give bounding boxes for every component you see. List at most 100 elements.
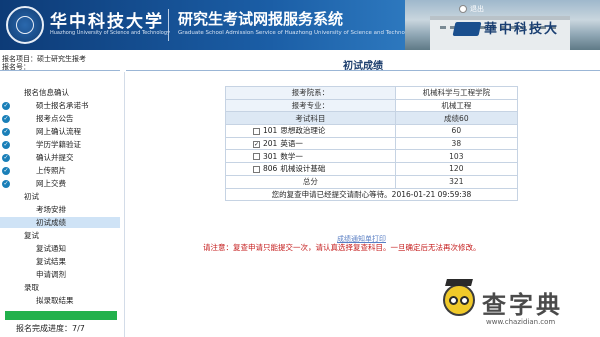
sidebar-item[interactable]: 复试 <box>0 230 120 241</box>
subject-name: 机械设计基础 <box>280 164 326 174</box>
subject-score: 60 <box>394 124 519 138</box>
major-label: 报考专业： <box>225 98 396 113</box>
table-row: 总分 321 <box>225 174 519 189</box>
sidebar-item[interactable]: 复试通知 <box>0 243 120 254</box>
status-message: 您的复查申请已经提交请耐心等待。2016-01-21 09:59:38 <box>225 187 518 202</box>
subject-score: 120 <box>394 162 519 176</box>
sidebar-item-label: 网上交费 <box>36 179 66 188</box>
score-table: 报考院系： 机械科学与工程学院 报考专业： 机械工程 考试科目 成绩60 101… <box>225 86 519 202</box>
table-row: 报考院系： 机械科学与工程学院 <box>225 86 519 100</box>
sidebar-item-label: 考场安排 <box>36 205 66 214</box>
logout-area[interactable]: 退出 <box>459 4 484 14</box>
project-value: 硕士研究生报考 <box>37 55 86 63</box>
check-circle-icon: ✓ <box>2 141 10 149</box>
university-name-en: Huazhong University of Science and Techn… <box>50 30 170 36</box>
total-label: 总分 <box>225 174 396 189</box>
sidebar-item[interactable]: 初试成绩 <box>0 217 120 228</box>
check-circle-icon: ✓ <box>2 128 10 136</box>
subject-row: 101 思想政治理论 60 <box>225 124 519 138</box>
subject-row: 301 数学一 103 <box>225 149 519 164</box>
sidebar-item[interactable]: 拟录取结果 <box>0 295 120 306</box>
subject-name: 思想政治理论 <box>280 126 326 136</box>
sidebar-item-label: 录取 <box>24 283 39 292</box>
subject-header: 考试科目 <box>225 111 396 126</box>
graduation-cap-icon <box>445 279 473 286</box>
page-header: 华中科技大学 Huazhong University of Science an… <box>0 0 600 50</box>
table-row: 报考专业： 机械工程 <box>225 98 519 113</box>
progress-fill <box>5 311 117 320</box>
sidebar-item[interactable]: ✓ 上传照片 <box>0 165 120 176</box>
review-checkbox[interactable] <box>253 165 260 173</box>
sidebar-nav: 报名信息确认 ✓ 硕士报名承诺书 ✓ 报考点公告 ✓ 网上确认流程 ✓ 学历学籍验证 ✓ 确认并提交… <box>0 72 122 337</box>
sidebar-item-label: 初试成绩 <box>36 218 66 227</box>
sidebar-item[interactable]: 录取 <box>0 282 120 293</box>
sidebar-item-label: 复试结果 <box>36 257 66 266</box>
table-header-row: 考试科目 成绩60 <box>225 111 519 126</box>
subject-cell: ✓ 201 英语一 <box>225 136 396 151</box>
check-circle-icon: ✓ <box>2 154 10 162</box>
page-title-bar: 初试成绩 <box>126 55 600 72</box>
sidebar-item[interactable]: 考场安排 <box>0 204 120 215</box>
total-value: 321 <box>394 174 519 189</box>
sidebar-item[interactable]: 报名信息确认 <box>0 87 120 98</box>
subject-cell: 101 思想政治理论 <box>225 124 396 138</box>
header-divider <box>168 9 169 41</box>
review-checkbox[interactable]: ✓ <box>253 140 260 148</box>
sidebar-item[interactable]: ✓ 硕士报名承诺书 <box>0 100 120 111</box>
sidebar-item[interactable]: 复试结果 <box>0 256 120 267</box>
check-circle-icon: ✓ <box>2 180 10 188</box>
sidebar-item[interactable]: ✓ 网上确认流程 <box>0 126 120 137</box>
watermark-url: www.chazidian.com <box>486 318 556 326</box>
university-name: 华中科技大学 <box>50 12 164 32</box>
progress-bar <box>5 311 117 320</box>
progress-label: 报名完成进度： <box>16 324 72 333</box>
sidebar-item[interactable]: ✓ 学历学籍验证 <box>0 139 120 150</box>
sidebar-item[interactable]: 初试 <box>0 191 120 202</box>
sidebar-item-label: 申请调剂 <box>36 270 66 279</box>
hust-logo-icon <box>452 22 482 36</box>
progress-text: 报名完成进度：7/7 <box>16 323 85 334</box>
sidebar-item-label: 报名信息确认 <box>24 88 69 97</box>
dept-value: 机械科学与工程学院 <box>394 86 519 100</box>
sidebar-item[interactable]: ✓ 报考点公告 <box>0 113 120 124</box>
sidebar-item-label: 网上确认流程 <box>36 127 81 136</box>
owl-mascot-icon <box>443 284 475 316</box>
info-divider <box>0 70 120 71</box>
dept-label: 报考院系： <box>225 86 396 100</box>
review-checkbox[interactable] <box>253 153 260 161</box>
subject-cell: 301 数学一 <box>225 149 396 164</box>
subject-row: ✓ 201 英语一 38 <box>225 136 519 151</box>
subject-code: 201 <box>263 139 278 149</box>
sidebar-item-label: 硕士报名承诺书 <box>36 101 89 110</box>
table-row: 您的复查申请已经提交请耐心等待。2016-01-21 09:59:38 <box>225 187 518 202</box>
power-icon[interactable] <box>459 5 467 13</box>
logout-button[interactable]: 退出 <box>470 4 484 14</box>
check-circle-icon: ✓ <box>2 102 10 110</box>
sidebar-item[interactable]: ✓ 确认并提交 <box>0 152 120 163</box>
check-circle-icon: ✓ <box>2 115 10 123</box>
page-title: 初试成绩 <box>343 61 383 72</box>
subject-score: 103 <box>394 149 519 164</box>
sidebar-item[interactable]: ✓ 网上交费 <box>0 178 120 189</box>
review-notice: 请注意：复查申请只能提交一次，请认真选择复查科目。一旦确定后无法再次修改。 <box>203 243 481 252</box>
sidebar-item-label: 复试 <box>24 231 39 240</box>
watermark-text: 查字典 <box>482 291 563 319</box>
sidebar-item-label: 报考点公告 <box>36 114 74 123</box>
subject-name: 数学一 <box>280 151 303 161</box>
subject-score: 38 <box>394 136 519 151</box>
sidebar-item-label: 初试 <box>24 192 39 201</box>
major-value: 机械工程 <box>394 98 519 113</box>
subject-code: 301 <box>263 151 278 161</box>
subject-code: 806 <box>263 164 278 174</box>
system-title-en: Graduate School Admission Service of Hua… <box>178 30 417 36</box>
system-title: 研究生考试网报服务系统 <box>178 10 344 28</box>
sidebar-item[interactable]: 申请调剂 <box>0 269 120 280</box>
review-checkbox[interactable] <box>253 127 260 135</box>
subject-name: 英语一 <box>280 139 303 149</box>
university-emblem-icon <box>6 6 44 44</box>
sidebar-item-label: 上传照片 <box>36 166 66 175</box>
sidebar-item-label: 复试通知 <box>36 244 66 253</box>
check-circle-icon: ✓ <box>2 167 10 175</box>
subject-row: 806 机械设计基础 120 <box>225 162 519 176</box>
subject-cell: 806 机械设计基础 <box>225 162 396 176</box>
